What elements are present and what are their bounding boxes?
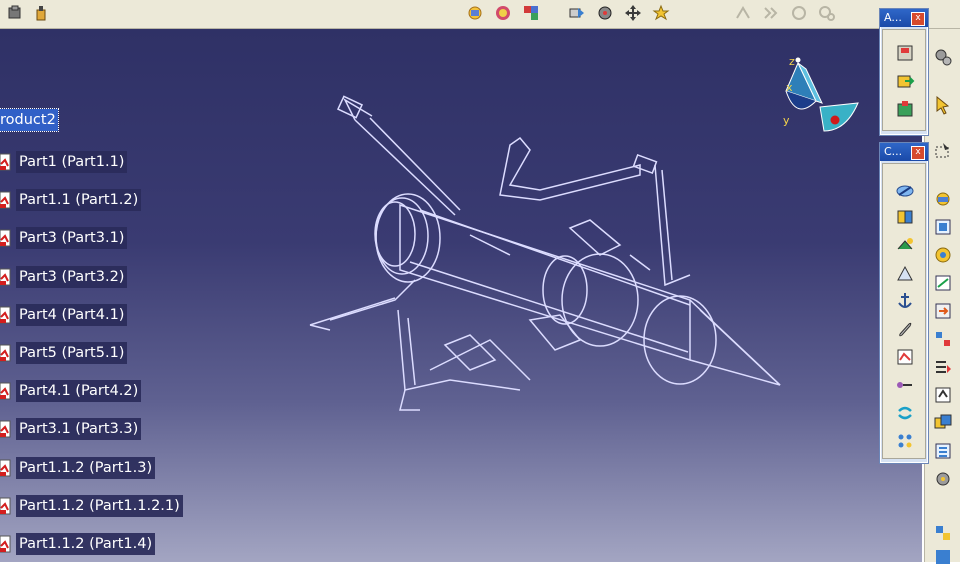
tree-item-label: Part3 (Part3.1) bbox=[16, 227, 128, 249]
move-icon[interactable] bbox=[624, 4, 642, 22]
floating-toolbar-c[interactable]: C... x bbox=[879, 142, 929, 464]
top-toolbar bbox=[0, 0, 960, 29]
fast-multi-instantiation-icon[interactable] bbox=[652, 4, 670, 22]
panel-a-body bbox=[882, 29, 926, 131]
part-icon bbox=[0, 419, 14, 439]
tree-item-label: Part4.1 (Part4.2) bbox=[16, 380, 142, 402]
update-icon[interactable] bbox=[933, 547, 953, 567]
tree-item[interactable]: Part3.1 (Part3.3) bbox=[0, 417, 142, 441]
catalog-browser-icon[interactable] bbox=[933, 523, 953, 543]
tree-item[interactable]: Part1 (Part1.1) bbox=[0, 150, 128, 174]
replace-component-icon[interactable] bbox=[933, 301, 953, 321]
gears-disabled-icon bbox=[818, 4, 836, 22]
gear-disabled-icon bbox=[790, 4, 808, 22]
part-icon bbox=[0, 458, 14, 478]
snap-icon[interactable] bbox=[568, 4, 586, 22]
part-icon bbox=[0, 152, 14, 172]
part-icon bbox=[0, 343, 14, 363]
reuse-pattern-icon[interactable] bbox=[894, 430, 916, 452]
offset-constraint-icon[interactable] bbox=[894, 234, 916, 256]
part-icon bbox=[0, 381, 14, 401]
flexible-rigid-icon[interactable] bbox=[894, 374, 916, 396]
tree-item[interactable]: Part3 (Part3.1) bbox=[0, 226, 128, 250]
compass-y-label: y bbox=[783, 114, 790, 127]
clash-icon[interactable] bbox=[494, 4, 512, 22]
part-icon bbox=[0, 496, 14, 516]
compass-x-label: x bbox=[786, 81, 793, 94]
fix-together-icon[interactable] bbox=[894, 318, 916, 340]
tree-item[interactable]: Part1.1.2 (Part1.1.2.1) bbox=[0, 494, 183, 518]
compass-z-label: z bbox=[789, 55, 795, 68]
package-icon[interactable] bbox=[894, 98, 916, 120]
save-management-icon[interactable] bbox=[894, 42, 916, 64]
tree-item[interactable]: Part5 (Part5.1) bbox=[0, 341, 128, 365]
tree-item-label: Part1.1.2 (Part1.3) bbox=[16, 457, 156, 479]
new-product-icon[interactable] bbox=[933, 245, 953, 265]
part-icon bbox=[0, 534, 14, 554]
fix-component-icon[interactable] bbox=[894, 290, 916, 312]
panel-a-title: A... bbox=[884, 11, 902, 24]
tree-item-label: Part1 (Part1.1) bbox=[16, 151, 128, 173]
compass[interactable]: z x y bbox=[776, 51, 866, 141]
tree-item[interactable]: Part4.1 (Part4.2) bbox=[0, 379, 142, 403]
tree-item-label: Part1.1.2 (Part1.1.2.1) bbox=[16, 495, 183, 517]
panel-c-close-button[interactable]: x bbox=[911, 146, 925, 160]
coincidence-constraint-icon[interactable] bbox=[894, 180, 916, 202]
tree-item-label: Part3.1 (Part3.3) bbox=[16, 418, 142, 440]
send-to-directory-icon[interactable] bbox=[894, 70, 916, 92]
part-icon bbox=[0, 228, 14, 248]
explode-icon[interactable] bbox=[466, 4, 484, 22]
constraint-disabled-icon bbox=[734, 4, 752, 22]
panel-a-close-button[interactable]: x bbox=[911, 12, 925, 26]
contact-constraint-icon[interactable] bbox=[894, 206, 916, 228]
new-part-icon[interactable] bbox=[933, 273, 953, 293]
part-icon bbox=[0, 190, 14, 210]
tree-item[interactable]: Part3 (Part3.2) bbox=[0, 265, 128, 289]
quick-constraint-icon[interactable] bbox=[894, 346, 916, 368]
multi-instantiation-icon[interactable] bbox=[933, 441, 953, 461]
panel-c-title: C... bbox=[884, 145, 903, 158]
explode-gear-icon[interactable] bbox=[933, 469, 953, 489]
tree-item-label: Part1.1 (Part1.2) bbox=[16, 189, 142, 211]
panel-c-body bbox=[882, 163, 926, 459]
graph-tree-reordering-icon[interactable] bbox=[933, 329, 953, 349]
existing-component-icon[interactable] bbox=[933, 189, 953, 209]
gears-icon[interactable] bbox=[933, 47, 953, 67]
panel-a-title-bar[interactable]: A... x bbox=[880, 9, 928, 27]
right-toolbar bbox=[924, 29, 960, 564]
product-icon[interactable] bbox=[6, 4, 24, 22]
angle-constraint-icon[interactable] bbox=[894, 262, 916, 284]
panel-c-title-bar[interactable]: C... x bbox=[880, 143, 928, 161]
3d-viewport[interactable]: z x y roduct2 bbox=[0, 29, 922, 562]
section-icon[interactable] bbox=[522, 4, 540, 22]
tree-root-product[interactable]: roduct2 bbox=[0, 108, 59, 132]
part-icon bbox=[0, 267, 14, 287]
generate-numbering-icon[interactable] bbox=[933, 357, 953, 377]
manage-representations-icon[interactable] bbox=[933, 413, 953, 433]
change-constraint-icon[interactable] bbox=[894, 402, 916, 424]
tree-item[interactable]: Part1.1 (Part1.2) bbox=[0, 188, 142, 212]
tree-item-label: Part3 (Part3.2) bbox=[16, 266, 128, 288]
select-trap-icon[interactable] bbox=[933, 141, 953, 161]
tree-item-label: Part4 (Part4.1) bbox=[16, 304, 128, 326]
part-icon bbox=[0, 305, 14, 325]
tree-item[interactable]: Part1.1.2 (Part1.3) bbox=[0, 456, 156, 480]
tree-item[interactable]: Part4 (Part4.1) bbox=[0, 303, 128, 327]
tree-item-label: Part5 (Part5.1) bbox=[16, 342, 128, 364]
chevrons-disabled-icon bbox=[762, 4, 780, 22]
selective-load-icon[interactable] bbox=[933, 385, 953, 405]
manipulate-icon[interactable] bbox=[596, 4, 614, 22]
tree-item-label: Part1.1.2 (Part1.4) bbox=[16, 533, 156, 555]
select-arrow-icon[interactable] bbox=[933, 95, 953, 115]
bottle-icon[interactable] bbox=[32, 4, 50, 22]
new-component-icon[interactable] bbox=[933, 217, 953, 237]
floating-toolbar-a[interactable]: A... x bbox=[879, 8, 929, 136]
tree-item[interactable]: Part1.1.2 (Part1.4) bbox=[0, 532, 156, 556]
